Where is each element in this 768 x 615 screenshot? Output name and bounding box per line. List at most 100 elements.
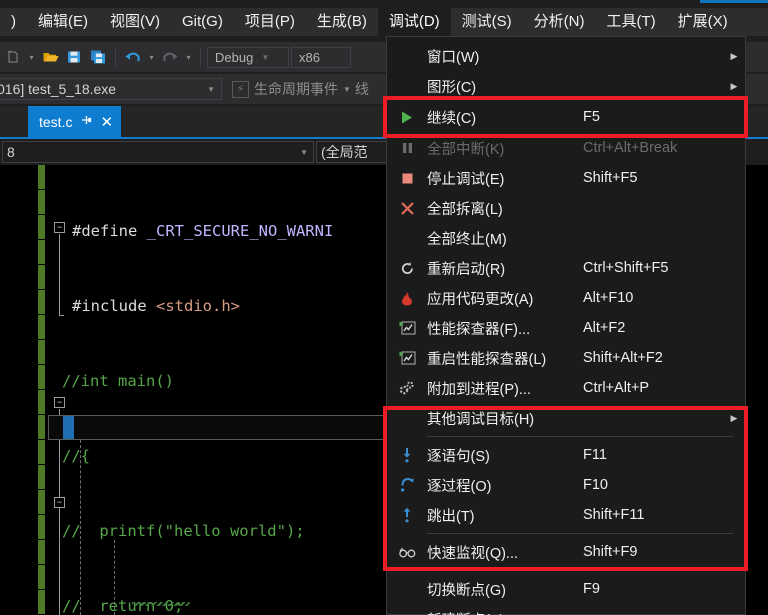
menu-item-shortcut: Ctrl+Shift+F5 [583, 260, 669, 276]
menu-item-label: 重启性能探查器(L) [427, 351, 547, 368]
save-icon[interactable] [63, 46, 85, 68]
chevron-down-icon: ▼ [261, 52, 270, 62]
chevron-right-icon: ▶ [730, 412, 738, 423]
code-line: // printf("hello world"); [62, 522, 305, 540]
menu-item-apply-code-changes[interactable]: 应用代码更改(A) Alt+F10 [387, 283, 745, 313]
lifecycle-events-button[interactable]: ⚡ 生命周期事件 ▼ [232, 79, 351, 99]
code-text[interactable]: #define _CRT_SECURE_NO_WARNI #include <s… [48, 169, 333, 615]
menu-item-terminate-all[interactable]: 全部终止(M) [387, 223, 745, 253]
menu-item-label: 跳出(T) [427, 508, 475, 525]
menu-item-relaunch-profiler[interactable]: 重启性能探查器(L) Shift+Alt+F2 [387, 343, 745, 373]
pin-icon[interactable] [80, 114, 92, 129]
undo-icon[interactable] [122, 46, 144, 68]
error-squiggle [132, 602, 190, 606]
menu-item-label: 继续(C) [427, 110, 477, 127]
menu-item-detach-all[interactable]: 全部拆离(L) [387, 193, 745, 223]
profiler-chart-icon [387, 350, 427, 366]
editor-right-margin [746, 165, 768, 615]
continue-play-icon [387, 110, 427, 125]
new-item-icon[interactable] [2, 46, 24, 68]
save-all-icon[interactable] [87, 46, 109, 68]
menu-item-stop-debugging[interactable]: 停止调试(E) Shift+F5 [387, 163, 745, 193]
title-accent-bar [700, 0, 768, 3]
menu-item-label: 全部拆离(L) [427, 201, 503, 218]
code-line: #define _CRT_SECURE_NO_WARNI [72, 222, 334, 240]
menu-item-restart[interactable]: 重新启动(R) Ctrl+Shift+F5 [387, 253, 745, 283]
menu-item-shortcut: Shift+F5 [583, 170, 638, 186]
redo-caret[interactable]: ▾ [183, 46, 194, 68]
menu-item-label: 应用代码更改(A) [427, 291, 534, 308]
menu-item-performance-profiler[interactable]: 性能探查器(F)... Alt+F2 [387, 313, 745, 343]
menu-item-quick-watch[interactable]: 快速监视(Q)... Shift+F9 [387, 537, 745, 567]
chevron-right-icon: ▶ [730, 80, 738, 91]
menu-item-shortcut: Alt+F2 [583, 320, 626, 336]
menubar-item-git[interactable]: Git(G) [171, 8, 234, 36]
process-selector-combo[interactable]: 016] test_5_18.exe ▼ [0, 78, 222, 100]
open-folder-icon[interactable] [39, 46, 61, 68]
code-line: #include <stdio.h> [72, 297, 240, 315]
toolbar-separator-1 [115, 48, 116, 66]
menubar-item-edit[interactable]: 编辑(E) [27, 8, 99, 36]
menu-item-shortcut: Shift+F9 [583, 544, 638, 560]
new-item-caret[interactable]: ▾ [26, 46, 37, 68]
menu-item-label: 全部终止(M) [427, 231, 507, 248]
menubar-item-view[interactable]: 视图(V) [99, 8, 171, 36]
redo-icon[interactable] [159, 46, 181, 68]
menu-item-shortcut: Shift+Alt+F2 [583, 350, 663, 366]
menu-item-shortcut: F5 [583, 109, 600, 125]
menubar-item-extensions[interactable]: 扩展(X) [667, 8, 739, 36]
solution-configuration-value: Debug [215, 49, 254, 65]
menu-item-step-into[interactable]: 逐语句(S) F11 [387, 440, 745, 470]
step-over-icon [387, 477, 427, 493]
file-scope-combo[interactable]: 8 ▼ [2, 141, 314, 163]
debug-menu-dropdown[interactable]: 窗口(W) ▶ 图形(C) ▶ 继续(C) F5 全部中断(K) Ctrl+Al… [386, 36, 746, 615]
menu-item-shortcut: Alt+F10 [583, 290, 634, 306]
solution-platform-combo[interactable]: x86 [291, 46, 351, 68]
menu-item-other-debug-targets[interactable]: 其他调试目标(H) ▶ [387, 403, 745, 433]
tab-test-c[interactable]: test.c ✕ [28, 106, 122, 137]
thread-label[interactable]: 线 [355, 79, 369, 99]
close-icon[interactable]: ✕ [100, 113, 113, 131]
process-selector-value: 016] test_5_18.exe [0, 81, 117, 97]
menu-separator [427, 533, 733, 534]
lifecycle-events-label: 生命周期事件 [254, 81, 338, 97]
menubar-item-tools[interactable]: 工具(T) [595, 8, 666, 36]
menu-item-graphics[interactable]: 图形(C) ▶ [387, 71, 745, 101]
stop-square-icon [387, 172, 427, 185]
menu-item-label: 其他调试目标(H) [427, 411, 535, 428]
restart-icon [387, 261, 427, 276]
menu-item-step-over[interactable]: 逐过程(O) F10 [387, 470, 745, 500]
thread-label-text: 线 [354, 81, 369, 97]
menubar-item-build[interactable]: 生成(B) [306, 8, 378, 36]
chevron-down-icon: ▼ [343, 84, 351, 94]
toolbar-separator-2 [200, 48, 201, 66]
menu-item-shortcut: F9 [583, 581, 600, 597]
menubar-item-0[interactable]: ) [0, 8, 27, 36]
profiler-chart-icon [387, 320, 427, 336]
menu-item-label: 附加到进程(P)... [427, 381, 531, 398]
menu-item-continue[interactable]: 继续(C) F5 [387, 101, 745, 133]
menu-item-label: 新建断点(B) [427, 609, 583, 615]
menu-separator [427, 570, 733, 571]
menu-item-shortcut: Shift+F11 [583, 507, 645, 523]
lifecycle-bolt-icon: ⚡ [232, 80, 249, 98]
menubar-item-analyze[interactable]: 分析(N) [523, 8, 596, 36]
quick-watch-glasses-icon [387, 546, 427, 559]
undo-caret[interactable]: ▾ [146, 46, 157, 68]
solution-configuration-combo[interactable]: Debug ▼ [207, 46, 289, 68]
menu-item-windows[interactable]: 窗口(W) ▶ [387, 41, 745, 71]
menu-item-attach-to-process[interactable]: 附加到进程(P)... Ctrl+Alt+P [387, 373, 745, 403]
step-into-icon [387, 447, 427, 463]
menu-item-new-breakpoint[interactable]: 新建断点(B) ▶ [387, 604, 745, 615]
attach-gears-icon [387, 380, 427, 396]
menu-item-label: 切换断点(G) [427, 582, 506, 599]
menubar-item-test[interactable]: 测试(S) [451, 8, 523, 36]
menu-item-label: 逐过程(O) [427, 478, 492, 495]
menubar-item-project[interactable]: 项目(P) [234, 8, 306, 36]
menu-item-toggle-breakpoint[interactable]: 切换断点(G) F9 [387, 574, 745, 604]
member-scope-value: (全局范 [321, 144, 368, 160]
menu-bar: ) 编辑(E) 视图(V) Git(G) 项目(P) 生成(B) 调试(D) 测… [0, 8, 768, 36]
file-scope-value: 8 [7, 144, 15, 160]
menu-item-step-out[interactable]: 跳出(T) Shift+F11 [387, 500, 745, 530]
menubar-item-debug[interactable]: 调试(D) [377, 8, 451, 36]
